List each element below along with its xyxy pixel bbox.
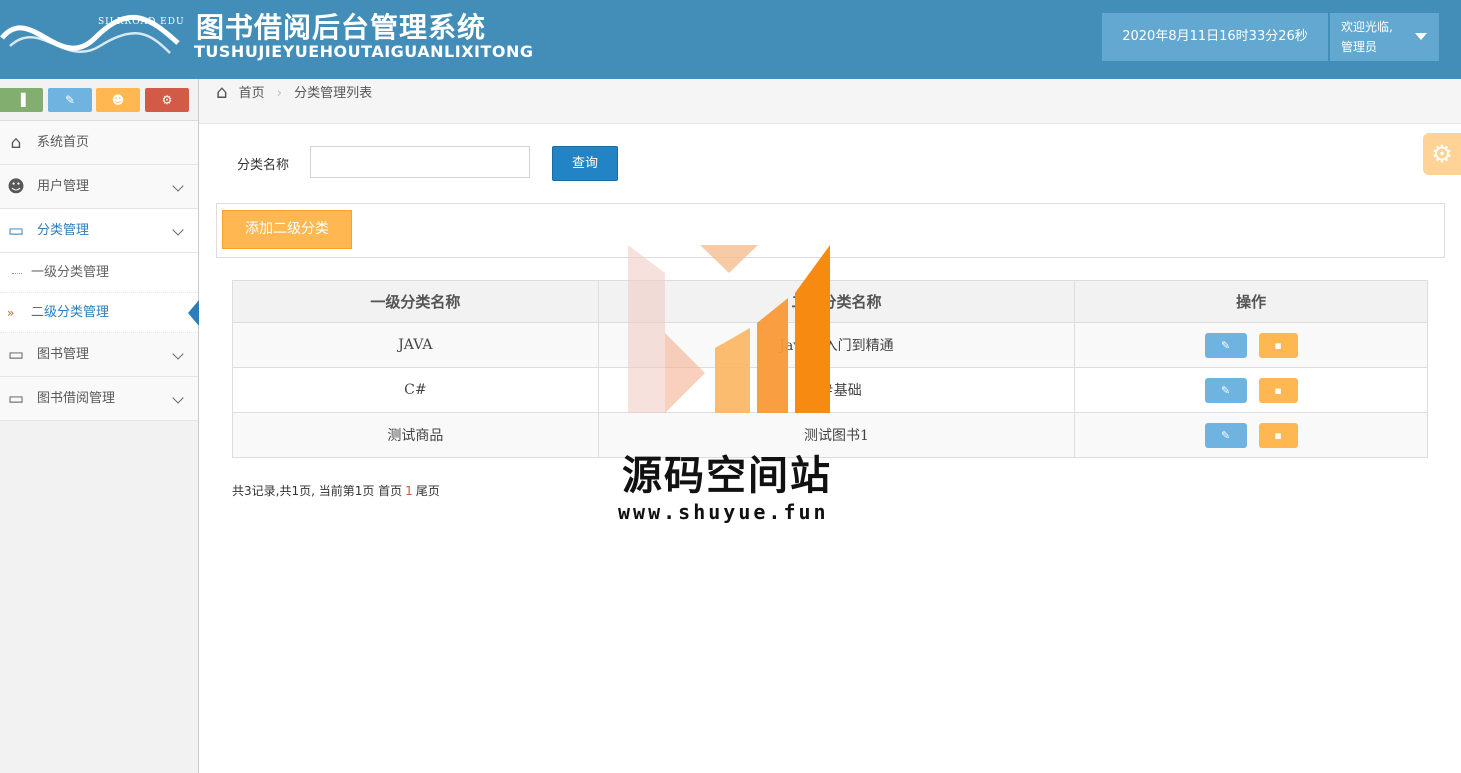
tree-dash [12,273,22,274]
user-role: 管理员 [1341,40,1378,54]
home-icon: ⌂ [10,133,22,153]
sidebar-item-label: 图书管理 [37,347,90,362]
chevron-down-icon [172,224,184,236]
edit-icon: ✎ [1221,428,1231,442]
sidebar-item-label: 二级分类管理 [31,305,110,320]
settings-shortcut-button[interactable]: ⚙ [145,88,189,112]
edit-shortcut-button[interactable]: ✎ [48,88,92,112]
caret-down-icon [1415,33,1427,40]
trash-icon: ▪ [1274,338,1282,352]
pencil-icon: ✎ [64,93,76,107]
watermark-logo-icon [628,245,830,413]
trash-icon: ▪ [1274,428,1282,442]
edit-icon: ✎ [1221,383,1231,397]
users-icon: ☻ [7,177,25,197]
sidebar-item-borrowing[interactable]: ▭ 图书借阅管理 [0,377,198,421]
page-link-last[interactable]: 尾页 [416,484,440,498]
chevron-down-icon [172,180,184,192]
chevron-down-icon [172,392,184,404]
datetime-display: 2020年8月11日16时33分26秒 [1102,13,1328,61]
users-shortcut-button[interactable]: ☻ [96,88,140,112]
double-angle-right-icon: » [7,306,15,320]
sidebar-item-label: 图书借阅管理 [37,391,116,406]
search-label: 分类名称 [237,158,290,173]
stats-shortcut-button[interactable]: ▐ [0,88,43,112]
delete-button[interactable]: ▪ [1258,377,1298,403]
chevron-down-icon [172,348,184,360]
query-button[interactable]: 查询 [552,146,618,181]
app-title-pinyin: TUSHUJIEYUEHOUTAIGUANLIXITONG [194,42,534,61]
edit-button[interactable]: ✎ [1204,422,1247,448]
delete-button[interactable]: ▪ [1258,332,1298,358]
gear-icon: ⚙ [1431,140,1453,168]
pagination-summary: 共3记录,共1页, 当前第1页 首页 [232,484,403,498]
category-name-input[interactable] [310,146,530,178]
sidebar: ▐ ✎ ☻ ⚙ ⌂ 系统首页 ☻ 用户管理 ▭ 分类管理 一级分类管理 » 二级… [0,79,199,773]
active-indicator [188,300,199,326]
watermark-name: 源码空间站 [622,453,832,499]
signal-icon: ▐ [16,93,26,107]
breadcrumb-home-link[interactable]: 首页 [239,86,265,101]
home-icon: ⌂ [216,82,228,103]
sidebar-item-label: 系统首页 [37,135,90,150]
sidebar-item-label: 分类管理 [37,223,90,238]
desktop-icon: ▭ [7,345,25,365]
sidebar-item-label: 一级分类管理 [31,265,110,280]
trash-icon: ▪ [1274,383,1282,397]
add-subcategory-button[interactable]: 添加二级分类 [222,210,352,249]
sidebar-subitem-level2-categories[interactable]: » 二级分类管理 [0,293,199,333]
cogs-icon: ⚙ [161,93,173,107]
first-category-cell: 测试商品 [232,412,599,458]
sidebar-item-books[interactable]: ▭ 图书管理 [0,333,198,377]
column-header: 一级分类名称 [232,280,599,323]
edit-button[interactable]: ✎ [1204,332,1247,358]
desktop-icon: ▭ [7,389,25,409]
settings-panel-toggle[interactable]: ⚙ [1423,133,1461,175]
sidebar-item-categories[interactable]: ▭ 分类管理 [0,209,198,253]
desktop-icon: ▭ [7,221,25,241]
breadcrumb-separator: › [276,86,282,101]
pagination: 共3记录,共1页, 当前第1页 首页 1 尾页 [232,482,440,499]
app-title: 图书借阅后台管理系统 [196,11,487,44]
actions-cell: ✎ ▪ [1074,322,1428,368]
first-category-cell: C# [232,367,599,413]
shortcut-bar: ▐ ✎ ☻ ⚙ [0,79,198,121]
watermark-url: www.shuyue.fun [618,500,829,524]
edit-button[interactable]: ✎ [1204,377,1247,403]
breadcrumb-current: 分类管理列表 [294,86,373,101]
sidebar-item-users[interactable]: ☻ 用户管理 [0,165,198,209]
sidebar-item-home[interactable]: ⌂ 系统首页 [0,121,198,165]
sidebar-item-label: 用户管理 [37,179,90,194]
logo-text: SILKROAD EDU [98,17,185,27]
edit-icon: ✎ [1221,338,1231,352]
sidebar-subitem-level1-categories[interactable]: 一级分类管理 [0,253,198,293]
group-icon: ☻ [111,93,125,107]
delete-button[interactable]: ▪ [1258,422,1298,448]
page-link-current[interactable]: 1 [405,484,413,498]
actions-cell: ✎ ▪ [1074,412,1428,458]
first-category-cell: JAVA [232,322,599,368]
app-header: SILKROAD EDU 图书借阅后台管理系统 TUSHUJIEYUEHOUTA… [0,0,1461,79]
breadcrumb: ⌂ 首页 › 分类管理列表 [199,79,1461,124]
actions-cell: ✎ ▪ [1074,367,1428,413]
user-menu[interactable]: 欢迎光临, 管理员 [1330,13,1439,61]
column-header: 操作 [1074,280,1428,323]
